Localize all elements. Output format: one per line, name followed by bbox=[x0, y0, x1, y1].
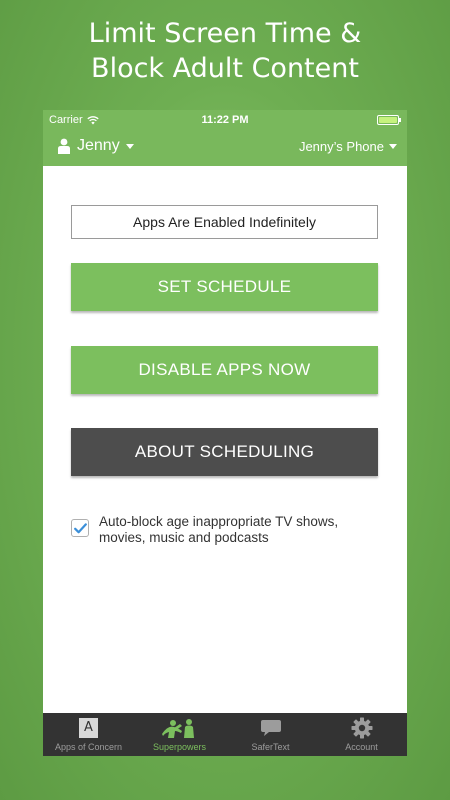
headline-line-2: Block Adult Content bbox=[91, 53, 359, 84]
user-selector[interactable]: Jenny bbox=[57, 137, 134, 155]
app-status-box: Apps Are Enabled Indefinitely bbox=[71, 205, 378, 239]
autoblock-option: Auto-block age inappropriate TV shows, m… bbox=[71, 514, 381, 546]
tab-account[interactable]: Account bbox=[316, 713, 407, 756]
tab-label: Account bbox=[345, 742, 378, 752]
battery-icon bbox=[377, 115, 401, 125]
tab-label: Superpowers bbox=[152, 742, 207, 752]
promo-headline: Limit Screen Time & Block Adult Content bbox=[0, 16, 450, 86]
superpowers-icon bbox=[161, 719, 194, 738]
chevron-down-icon bbox=[125, 143, 134, 149]
tab-label: SaferText bbox=[251, 742, 290, 752]
about-scheduling-button[interactable]: ABOUT SCHEDULING bbox=[71, 428, 378, 476]
device-name: Jenny’s Phone bbox=[298, 139, 384, 154]
clock: 11:22 PM bbox=[201, 114, 249, 126]
battery-level-fill bbox=[379, 117, 397, 123]
chat-bubble-icon bbox=[260, 720, 281, 736]
user-name: Jenny bbox=[77, 137, 120, 154]
gear-icon bbox=[351, 717, 372, 739]
person-icon bbox=[58, 138, 70, 154]
tab-superpowers[interactable]: Superpowers bbox=[134, 713, 225, 756]
autoblock-label: Auto-block age inappropriate TV shows, m… bbox=[99, 514, 339, 545]
chevron-down-icon bbox=[389, 144, 397, 149]
phone-screen: Carrier 11:22 PM Jenny Jenny’s Phone App… bbox=[43, 110, 407, 756]
headline-line-1: Limit Screen Time & bbox=[88, 18, 362, 49]
apps-of-concern-icon: A bbox=[79, 718, 98, 738]
device-selector[interactable]: Jenny’s Phone bbox=[299, 139, 397, 154]
nav-bar: Jenny Jenny’s Phone bbox=[43, 130, 407, 166]
tab-apps-of-concern[interactable]: A Apps of Concern bbox=[43, 713, 134, 756]
set-schedule-button[interactable]: SET SCHEDULE bbox=[71, 263, 378, 311]
tab-safertext[interactable]: SaferText bbox=[225, 713, 316, 756]
tab-label: Apps of Concern bbox=[54, 742, 123, 752]
tab-bar: A Apps of Concern Superpowers SaferText … bbox=[43, 713, 407, 756]
disable-apps-now-button[interactable]: DISABLE APPS NOW bbox=[71, 346, 378, 394]
autoblock-checkbox[interactable] bbox=[71, 519, 89, 537]
ios-status-bar: Carrier 11:22 PM bbox=[43, 110, 407, 130]
checkmark-icon bbox=[73, 522, 87, 533]
